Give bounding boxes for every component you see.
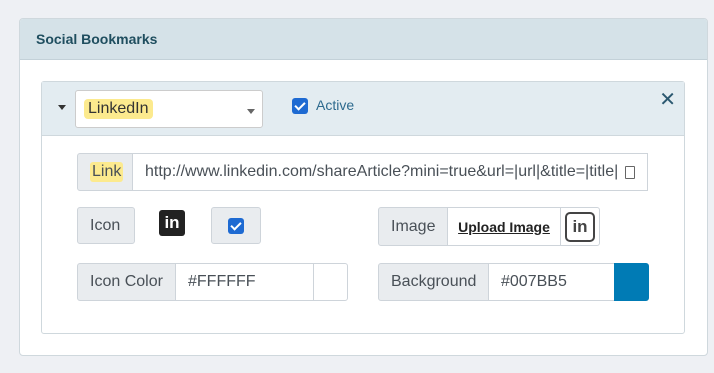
link-input-value: http://www.linkedin.com/shareArticle?min… [145, 163, 619, 180]
icon-color-label-addon: Icon Color [77, 263, 176, 301]
chevron-down-icon [247, 109, 255, 114]
active-toggle[interactable]: Active [292, 96, 354, 114]
image-label-addon: Image [378, 207, 448, 246]
linkedin-outline-glyph: in [572, 216, 588, 236]
icon-checkbox-box [211, 207, 261, 244]
field-doc-icon [625, 166, 635, 179]
linkedin-icon: in [159, 210, 185, 236]
active-label: Active [316, 97, 355, 113]
icon-color-value: #FFFFFF [188, 273, 256, 290]
background-color-input[interactable]: #007BB5 [488, 263, 615, 301]
icon-color-input[interactable]: #FFFFFF [175, 263, 314, 301]
social-bookmarks-panel: Social Bookmarks LinkedIn Active ✕ Link … [19, 18, 708, 356]
linkedin-icon-glyph: in [164, 213, 180, 232]
icon-color-label: Icon Color [90, 273, 163, 290]
bookmark-card: LinkedIn Active ✕ Link http://www.linked… [41, 81, 685, 334]
network-select[interactable]: LinkedIn [75, 90, 263, 128]
bookmark-card-header: LinkedIn Active ✕ [42, 82, 684, 136]
icon-checkbox[interactable] [228, 217, 244, 234]
background-color-value: #007BB5 [501, 273, 567, 290]
linkedin-outline-icon: in [565, 211, 595, 242]
image-label: Image [391, 217, 436, 235]
collapse-caret-icon[interactable] [58, 105, 66, 110]
network-select-value: LinkedIn [84, 99, 153, 119]
icon-color-swatch[interactable] [313, 263, 348, 301]
link-label-addon: Link [77, 153, 133, 191]
panel-header: Social Bookmarks [20, 19, 707, 60]
background-label-addon: Background [378, 263, 489, 301]
active-checkbox[interactable] [292, 98, 308, 114]
link-label: Link [90, 162, 124, 182]
icon-label-addon: Icon [77, 207, 135, 244]
background-label: Background [391, 273, 477, 290]
upload-image-button[interactable]: Upload Image [447, 207, 561, 246]
background-color-swatch[interactable] [614, 263, 649, 301]
link-input[interactable]: http://www.linkedin.com/shareArticle?min… [132, 153, 648, 191]
close-icon[interactable]: ✕ [659, 90, 676, 110]
panel-title: Social Bookmarks [36, 31, 158, 47]
image-preview: in [560, 207, 600, 246]
upload-image-label: Upload Image [458, 218, 550, 235]
icon-label: Icon [90, 216, 121, 234]
